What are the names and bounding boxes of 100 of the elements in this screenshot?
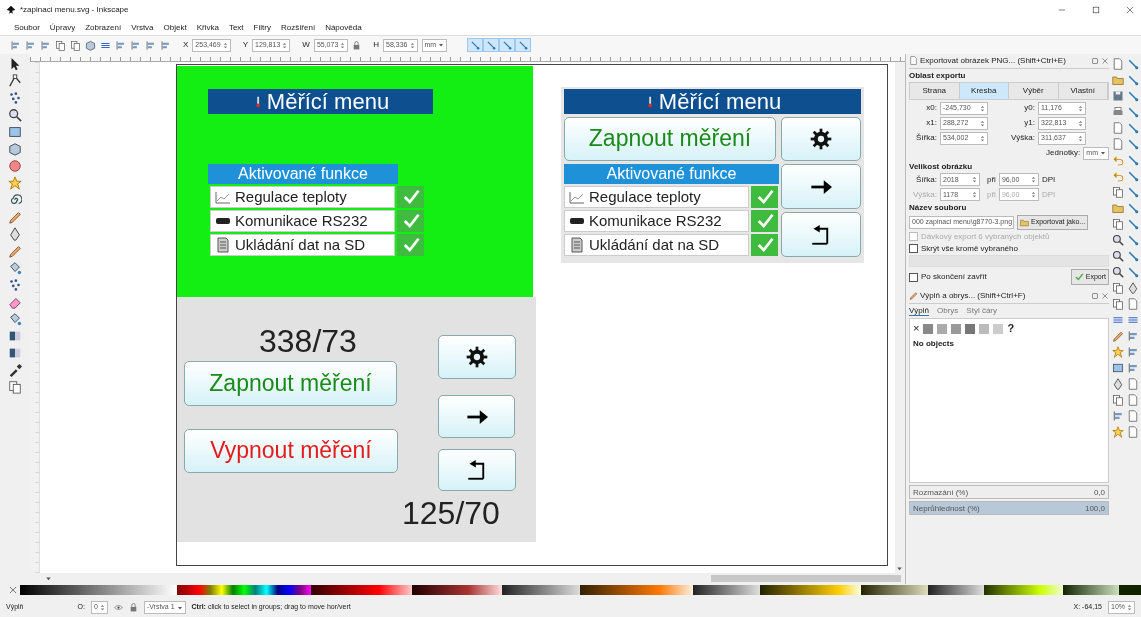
pencil-icon[interactable] [8,210,22,224]
checkbox[interactable] [751,186,778,208]
stop-button[interactable]: Vypnout měření [184,429,398,473]
copy-icon[interactable] [1112,298,1124,310]
snap-button[interactable] [483,38,500,52]
menu-item[interactable]: Filtry [253,22,271,33]
menu-item[interactable]: Objekt [163,22,187,33]
copy-icon[interactable] [8,380,22,394]
next-button[interactable] [781,164,861,209]
checkbox[interactable] [397,210,424,232]
checkbox[interactable] [909,243,918,253]
pen-icon[interactable] [8,227,22,241]
maximize-icon[interactable] [1091,5,1101,15]
next-button[interactable] [438,395,515,438]
align-icon[interactable] [25,39,36,51]
tab[interactable]: Vlastní [1058,83,1108,99]
spin-icon[interactable] [1077,103,1084,113]
tab[interactable]: Strana [910,83,960,99]
no-paint-icon[interactable] [8,585,18,595]
paint-button[interactable] [951,323,962,334]
spin-icon[interactable] [979,103,986,113]
document-icon[interactable] [1127,426,1139,438]
snap-icon[interactable] [1127,234,1139,246]
menu-item[interactable]: Úpravy [49,22,76,33]
document-icon[interactable] [1112,58,1124,70]
spin-icon[interactable] [1077,118,1084,128]
floppy-icon[interactable] [1112,90,1124,102]
lock-icon[interactable] [128,603,138,612]
close-icon[interactable] [1101,56,1109,65]
copy-icon[interactable] [1112,394,1124,406]
menu-item[interactable]: Soubor [14,22,40,33]
spin-icon[interactable] [971,175,978,185]
pen-icon[interactable] [1112,378,1124,390]
spray-icon[interactable] [8,278,22,292]
align-icon[interactable] [145,39,156,51]
document-icon[interactable] [1112,138,1124,150]
pencil-icon[interactable] [8,244,22,258]
star-icon[interactable] [8,176,22,190]
checkbox[interactable] [751,210,778,232]
paint-button[interactable] [923,323,934,334]
undo-icon[interactable] [1112,170,1124,182]
tab[interactable]: Styl čáry [966,305,998,317]
document-icon[interactable] [1127,410,1139,422]
snap-icon[interactable] [1127,266,1139,278]
document-icon[interactable] [1127,378,1139,390]
tab[interactable]: Výplň [909,305,929,317]
spin-icon[interactable] [1077,133,1084,143]
magnifier-icon[interactable] [1112,250,1124,262]
align-icon[interactable] [1127,362,1139,374]
magnifier-icon[interactable] [8,108,22,122]
checkbox[interactable] [751,234,778,256]
menu-item[interactable]: Zobrazení [85,22,122,33]
folder-icon[interactable] [1112,202,1124,214]
color-palette[interactable] [20,585,1141,595]
settings-button[interactable] [438,335,516,379]
start-button[interactable]: Zapnout měření [564,117,776,161]
gradient-icon[interactable] [8,346,22,360]
dropper-icon[interactable] [8,363,22,377]
magnifier-icon[interactable] [1112,266,1124,278]
align-icon[interactable] [115,39,126,51]
snap-icon[interactable] [1127,170,1139,182]
cube-icon[interactable] [8,142,22,156]
align-icon[interactable] [10,39,21,51]
snap-icon[interactable] [1127,138,1139,150]
close-icon[interactable] [1101,291,1109,300]
spiral-icon[interactable] [8,193,22,207]
spin-icon[interactable] [979,118,986,128]
document-icon[interactable] [1127,394,1139,406]
align-icon[interactable] [1127,346,1139,358]
copy-icon[interactable] [1112,186,1124,198]
snap-icon[interactable] [1127,218,1139,230]
back-button[interactable] [438,449,516,491]
rectangle-icon[interactable] [1112,362,1124,374]
spin-icon[interactable] [971,190,978,200]
copy-icon[interactable] [70,39,81,51]
document-icon[interactable] [1127,298,1139,310]
paint-button[interactable] [979,323,990,334]
tab[interactable]: Obrys [937,305,959,317]
pencil-icon[interactable] [1112,330,1124,342]
close-icon[interactable] [1125,5,1135,15]
scroll-arrow-icon[interactable] [895,564,904,573]
settings-button[interactable] [781,117,861,161]
align-icon[interactable] [1112,410,1124,422]
back-button[interactable] [781,212,861,257]
align-icon[interactable] [130,39,141,51]
snap-icon[interactable] [1127,250,1139,262]
menu-item[interactable]: Vrstva [131,22,154,33]
scroll-arrow-icon[interactable] [44,574,53,583]
rectangle-icon[interactable] [8,125,22,139]
node-icon[interactable] [8,74,22,88]
spin-icon[interactable] [221,40,229,50]
paint-button[interactable]: ? [1007,322,1015,336]
checkbox[interactable] [909,272,918,282]
copy-icon[interactable] [1112,218,1124,230]
snap-icon[interactable] [1127,106,1139,118]
spin-icon[interactable] [1029,190,1037,200]
snap-icon[interactable] [1127,122,1139,134]
restore-icon[interactable] [1091,291,1099,300]
eraser-icon[interactable] [8,295,22,309]
align-icon[interactable] [1127,330,1139,342]
